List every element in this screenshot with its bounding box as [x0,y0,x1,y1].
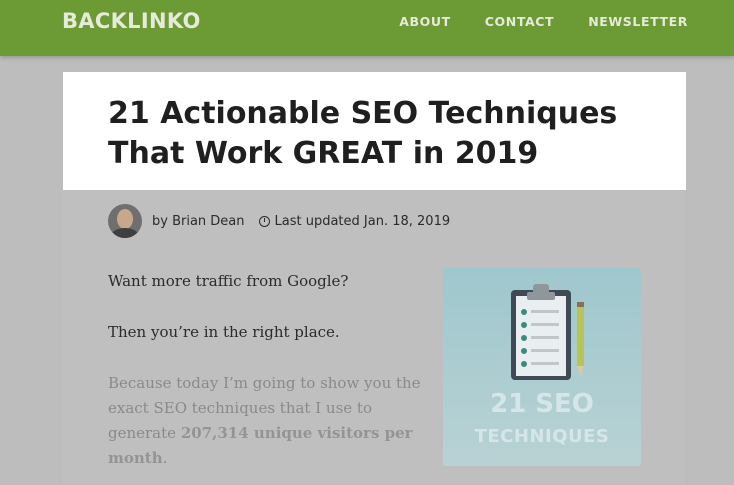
hero-subtitle: TECHNIQUES [474,426,610,447]
author-name[interactable]: by Brian Dean [152,214,245,229]
avatar [108,204,142,238]
nav-about[interactable]: ABOUT [399,14,451,29]
hero-image: 21 SEO TECHNIQUES [443,268,641,466]
site-header: BACKLINKO ABOUT CONTACT NEWSLETTER [0,0,734,56]
last-updated: Last updated Jan. 18, 2019 [274,213,451,229]
clock-icon [258,215,270,227]
title-box: 21 Actionable SEO Techniques That Work G… [63,72,686,190]
page-title: 21 Actionable SEO Techniques That Work G… [108,94,668,174]
pencil-icon [577,302,584,376]
main-nav: ABOUT CONTACT NEWSLETTER [399,14,688,29]
article-meta: by Brian Dean Last updated Jan. 18, 2019 [108,204,450,238]
title-line-1: 21 Actionable SEO Techniques [108,96,618,131]
nav-contact[interactable]: CONTACT [485,14,554,29]
intro-paragraph-3: Because today I’m going to show you the … [108,371,438,471]
title-line-2: That Work GREAT in 2019 [108,136,539,171]
intro-paragraph-2: Then you’re in the right place. [108,323,340,341]
hero-title: 21 SEO [490,389,594,419]
clipboard-icon [511,284,584,380]
intro-paragraph-1: Want more traffic from Google? [108,272,349,290]
nav-newsletter[interactable]: NEWSLETTER [588,14,688,29]
p3-end: . [162,449,168,467]
backlinko-logo[interactable]: BACKLINKO [62,9,201,33]
